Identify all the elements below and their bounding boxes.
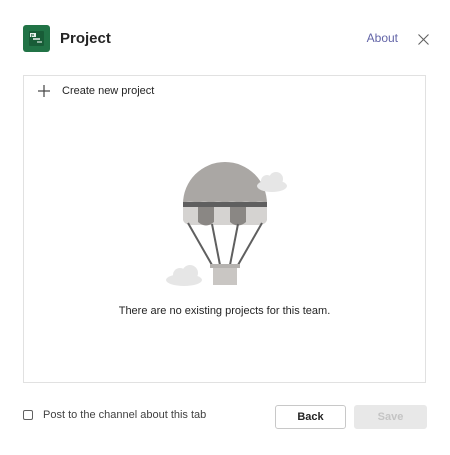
project-app-icon: P bbox=[23, 24, 50, 52]
post-to-channel-label: Post to the channel about this tab bbox=[43, 409, 207, 421]
project-list-panel: Create new project There are no existing… bbox=[23, 75, 426, 383]
close-icon bbox=[417, 33, 429, 45]
dialog-title: Project bbox=[60, 29, 111, 47]
save-button: Save bbox=[354, 405, 427, 429]
close-button[interactable] bbox=[416, 32, 430, 46]
post-to-channel-checkbox[interactable] bbox=[23, 410, 33, 420]
create-new-project-label: Create new project bbox=[62, 85, 155, 97]
empty-state-message: There are no existing projects for this … bbox=[118, 305, 331, 317]
post-to-channel-option[interactable]: Post to the channel about this tab bbox=[23, 409, 206, 421]
about-link[interactable]: About bbox=[367, 31, 398, 45]
plus-icon bbox=[38, 85, 50, 97]
create-new-project-button[interactable]: Create new project bbox=[38, 85, 154, 97]
back-button[interactable]: Back bbox=[275, 405, 346, 429]
project-tab-dialog: P Project About Create new project There… bbox=[0, 0, 450, 455]
dialog-header: P Project About bbox=[23, 24, 430, 52]
hot-air-balloon-illustration bbox=[162, 162, 288, 288]
svg-text:P: P bbox=[31, 33, 34, 38]
dialog-footer: Post to the channel about this tab Back … bbox=[23, 405, 427, 431]
